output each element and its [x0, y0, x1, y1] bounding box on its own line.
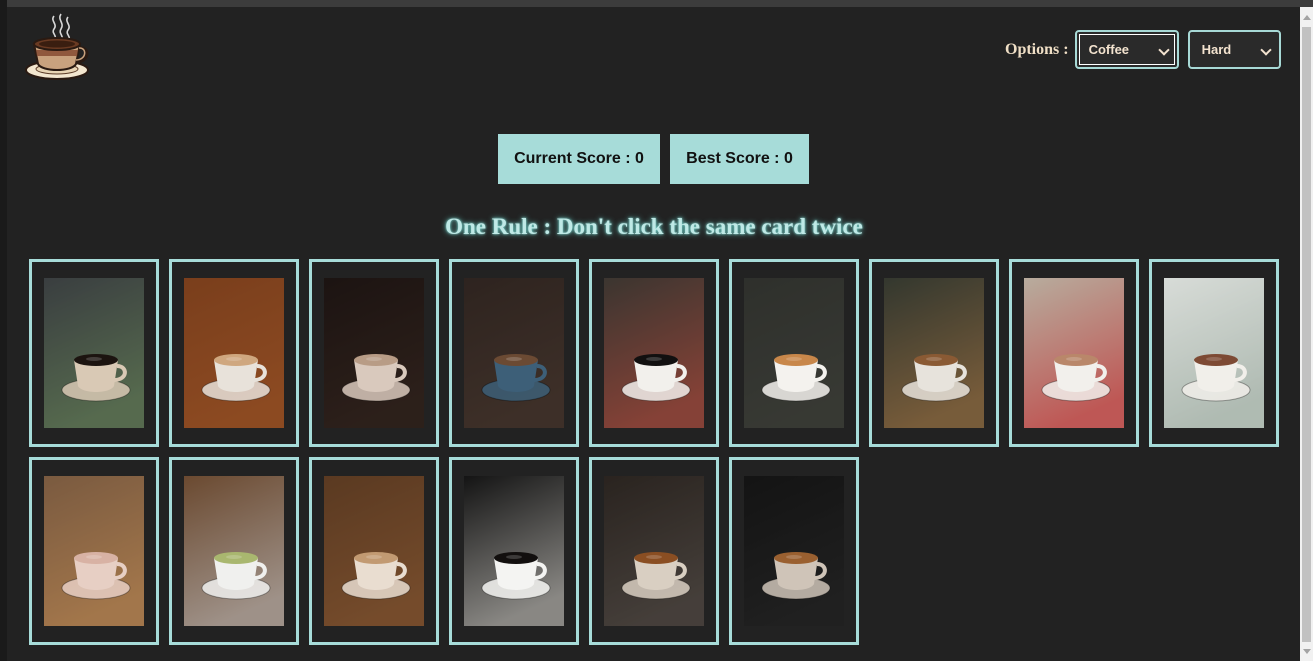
card-photo — [744, 476, 844, 626]
coffee-photo-icon — [884, 278, 984, 428]
card-tea-glass-leaves[interactable] — [589, 457, 719, 645]
card-photo — [744, 278, 844, 428]
scrollbar-thumb[interactable] — [1302, 27, 1311, 642]
vertical-scrollbar[interactable] — [1300, 7, 1313, 661]
card-cappuccino-blue-cup[interactable] — [449, 259, 579, 447]
card-photo — [324, 476, 424, 626]
options-label: Options : — [1005, 40, 1069, 58]
card-iced-latte-glass[interactable] — [309, 259, 439, 447]
card-latte-art-saucer[interactable] — [169, 259, 299, 447]
window-top-strip — [0, 0, 1313, 7]
coffee-photo-icon — [744, 278, 844, 428]
coffee-photo-icon — [184, 278, 284, 428]
best-score: Best Score : 0 — [670, 134, 809, 184]
coffee-photo-icon — [464, 476, 564, 626]
difficulty-select[interactable]: Hard — [1187, 30, 1281, 69]
coffee-photo-icon — [184, 476, 284, 626]
window-left-edge — [0, 0, 7, 661]
card-black-coffee-shadow[interactable] — [449, 457, 579, 645]
coffee-photo-icon — [744, 476, 844, 626]
card-matcha-laptop[interactable] — [169, 457, 299, 645]
card-photo — [1024, 278, 1124, 428]
card-black-coffee-notebook[interactable] — [589, 259, 719, 447]
card-photo — [604, 278, 704, 428]
coffee-photo-icon — [324, 278, 424, 428]
card-iced-coffee-jar[interactable] — [309, 457, 439, 645]
card-photo — [604, 476, 704, 626]
category-select[interactable]: Coffee — [1074, 30, 1179, 69]
coffee-photo-icon — [1024, 278, 1124, 428]
card-hot-chocolate-pour[interactable] — [1149, 259, 1279, 447]
card-photo — [44, 476, 144, 626]
card-pink-latte-cafe[interactable] — [29, 457, 159, 645]
card-mocha-poinsettia[interactable] — [1009, 259, 1139, 447]
card-photo — [324, 278, 424, 428]
card-coffee-plant-plate[interactable] — [29, 259, 159, 447]
coffee-photo-icon — [324, 476, 424, 626]
rule-heading: One Rule : Don't click the same card twi… — [445, 214, 863, 239]
scoreboard: Current Score : 0 Best Score : 0 — [498, 134, 809, 184]
card-cortado-wood-table[interactable] — [869, 259, 999, 447]
coffee-cup-logo-icon — [24, 12, 92, 82]
card-photo — [884, 278, 984, 428]
card-espresso-white-cup[interactable] — [729, 259, 859, 447]
chevron-down-icon — [1259, 44, 1272, 56]
coffee-photo-icon — [44, 476, 144, 626]
coffee-photo-icon — [44, 278, 144, 428]
category-select-value: Coffee — [1088, 42, 1130, 57]
scroll-down-arrow-icon[interactable] — [1303, 649, 1311, 654]
coffee-photo-icon — [1164, 278, 1264, 428]
options-bar: Options : Coffee Hard — [1005, 30, 1281, 69]
difficulty-select-value: Hard — [1201, 42, 1232, 57]
chevron-down-icon — [1157, 44, 1170, 56]
coffee-photo-icon — [604, 278, 704, 428]
card-iced-latte-dark[interactable] — [729, 457, 859, 645]
card-photo — [184, 278, 284, 428]
card-photo — [464, 278, 564, 428]
coffee-photo-icon — [604, 476, 704, 626]
coffee-photo-icon — [464, 278, 564, 428]
card-photo — [44, 278, 144, 428]
current-score: Current Score : 0 — [498, 134, 660, 184]
card-photo — [1164, 278, 1264, 428]
card-photo — [184, 476, 284, 626]
card-photo — [464, 476, 564, 626]
scroll-up-arrow-icon[interactable] — [1303, 15, 1311, 20]
